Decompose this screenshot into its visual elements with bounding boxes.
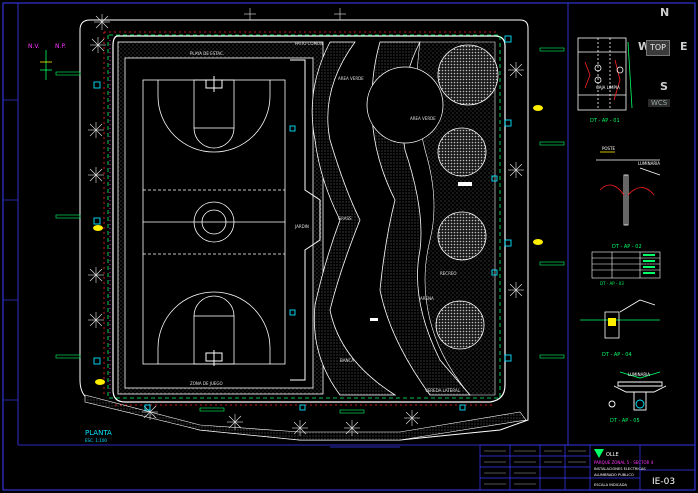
viewcube[interactable]: N W E S TOP WCS [638, 6, 692, 107]
wcs-menu[interactable]: WCS [648, 99, 671, 107]
bottom-label: ZONA DE JUEGO [190, 381, 223, 386]
banca-label: BANCA [340, 358, 354, 363]
detail-pole-sub: LUMINARIA [638, 161, 660, 166]
company-name: OLLE [606, 452, 619, 458]
recreo-label: RECREO [440, 271, 457, 276]
company-logo [594, 449, 604, 458]
svg-text:N.V.: N.V. [28, 43, 40, 50]
lawn-label: GRASS [338, 216, 352, 221]
white-marker-1 [458, 182, 472, 186]
drawing-svg[interactable]: N.V. N.P. PLANTA ESC. 1:100 PATIO COMUN … [0, 0, 698, 493]
detail-luminaire [608, 371, 667, 411]
sheet-number: IE-03 [652, 477, 675, 487]
detail-lum-tag: DT - AP - 05 [610, 418, 640, 424]
project-name: PARQUE ZONAL 5 - SECTOR 4 [594, 460, 654, 465]
white-marker-2 [370, 318, 378, 321]
plan-label: PLANTA [85, 429, 112, 437]
cad-viewport[interactable]: N.V. N.P. PLANTA ESC. 1:100 PATIO COMUN … [0, 0, 698, 493]
viewcube-north[interactable]: N [660, 6, 669, 19]
detail-top-tag: DT - AP - 01 [590, 118, 620, 124]
plan-scale: ESC. 1:100 [85, 438, 107, 443]
scale-note: ESCALA INDICADA [594, 483, 627, 487]
jardin-label: JARDIN [294, 224, 309, 229]
soil-label: ARENA [420, 296, 434, 301]
path-label: PATIO COMUN [295, 41, 323, 46]
viewcube-east[interactable]: E [680, 40, 688, 53]
area-label: AREA VERDE [410, 116, 436, 121]
detail-pole-label: POSTE [602, 146, 616, 151]
detail-table-tag: DT - AP - 03 [600, 281, 624, 286]
sheet-title: INSTALACIONES ELECTRICAS [594, 467, 646, 471]
sheet-subtitle: ALUMBRADO PUBLICO [594, 473, 634, 477]
viewcube-south[interactable]: S [660, 80, 668, 93]
detail-top [577, 37, 633, 111]
court-label: PLAYA DE ESTAC. [190, 51, 224, 56]
margin-ticks [3, 99, 18, 401]
detail-base [580, 299, 660, 339]
detail-top-sub: CAJA LIMPIA [596, 85, 620, 90]
detail-lum-label: LUMINARIA [628, 372, 650, 377]
dimension-label: VEREDA LATERAL [425, 388, 461, 393]
grass-label: AREA VERDE [338, 76, 364, 81]
viewcube-top-face[interactable]: TOP [646, 40, 670, 56]
level-symbol: N.V. N.P. [28, 43, 66, 80]
detail-base-tag: DT - AP - 04 [602, 352, 632, 358]
svg-text:N.P.: N.P. [55, 43, 66, 50]
detail-pole-tag: DT - AP - 02 [612, 244, 642, 250]
